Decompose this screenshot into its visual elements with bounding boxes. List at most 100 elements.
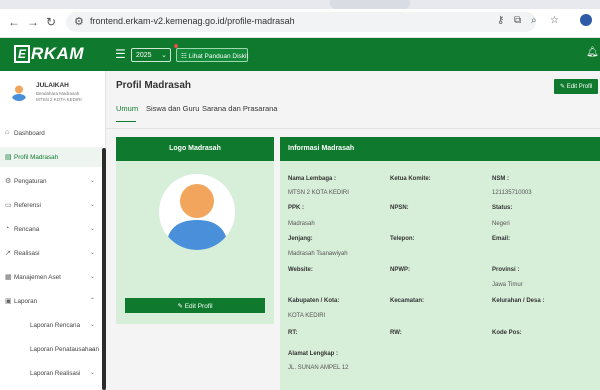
logo-card: Logo Madrasah ✎ Edit Profil: [116, 137, 274, 324]
zoom-icon[interactable]: ⌕: [531, 15, 537, 26]
field-value-ppk: Madrasah: [288, 221, 315, 227]
year-value: 2025: [136, 52, 152, 59]
edit-profile-button[interactable]: ✎ Edit Profil: [554, 79, 598, 94]
field-label-status: Status:: [492, 205, 513, 211]
sidebar-item-laporan-realisasi[interactable]: Laporan Realisasi ⌄: [0, 363, 102, 383]
sidebar-item-profil-madrasah[interactable]: ▤ Profil Madrasah: [0, 147, 102, 167]
chevron-down-icon: ⌄: [90, 274, 96, 280]
field-label-nama-lembaga: Nama Lembaga :: [288, 176, 337, 182]
sidebar-item-rencana[interactable]: ◔ Rencana ⌄: [0, 219, 102, 239]
sidebar-item-pengaturan[interactable]: ⚙ Pengaturan ⌄: [0, 171, 102, 191]
field-label-alamat-lengkap: Alamat Lengkap :: [288, 351, 339, 357]
sidebar-item-realisasi[interactable]: ↗ Realisasi ⌄: [0, 243, 102, 263]
sidebar-item-manajemen-aset[interactable]: ▦ Manajemen Aset ⌄: [0, 267, 102, 287]
field-label-provinsi: Provinsi :: [492, 267, 520, 273]
avatar: [10, 83, 28, 101]
logo-card-title: Logo Madrasah: [169, 145, 221, 152]
guide-button[interactable]: ☷ Lihat Panduan Diskit: [176, 48, 248, 62]
sidebar-item-label: Referensi: [14, 202, 41, 209]
site-settings-icon[interactable]: ⚙: [74, 15, 84, 28]
reload-icon[interactable]: ↻: [46, 16, 56, 28]
sidebar-item-label: Laporan: [14, 298, 38, 305]
forward-arrow-icon[interactable]: →: [27, 16, 39, 28]
report-icon: ▣: [5, 298, 12, 305]
user-panel: JULAIKAH Bendahara Madrasah MTSN 2 KOTA …: [0, 71, 102, 115]
year-select[interactable]: 2025 ⌄: [131, 48, 171, 62]
info-card-title: Informasi Madrasah: [288, 145, 355, 152]
browser-tab[interactable]: [330, 0, 410, 9]
asset-icon: ▦: [5, 274, 12, 281]
field-label-jenjang: Jenjang:: [288, 236, 313, 242]
user-role: Bendahara Madrasah: [36, 91, 80, 96]
field-value-nsm: 121135710003: [492, 190, 532, 196]
chevron-down-icon: ⌄: [90, 250, 96, 256]
field-label-npsn: NPSN:: [390, 205, 409, 211]
chevron-down-icon: ⌄: [161, 52, 167, 59]
home-icon: ⌂: [5, 129, 10, 136]
sidebar-item-label: Pengaturan: [14, 178, 47, 185]
user-name: JULAIKAH: [36, 82, 69, 89]
logo-letter: E: [14, 45, 30, 63]
tab-siswa-dan-guru[interactable]: Siswa dan Guru: [146, 104, 199, 113]
chevron-down-icon: ⌄: [90, 226, 96, 232]
tab-sarana-dan-prasarana[interactable]: Sarana dan Prasarana: [202, 104, 277, 113]
field-label-ppk: PPK :: [288, 205, 305, 211]
field-label-rt: RT:: [288, 330, 298, 336]
logo-card-header: Logo Madrasah: [116, 137, 274, 161]
sidebar-item-referensi[interactable]: ▭ Referensi ⌄: [0, 195, 102, 215]
field-label-telepon: Telepon:: [390, 236, 415, 242]
field-label-kelurahan-desa: Kelurahan / Desa :: [492, 298, 545, 304]
pencil-icon: ✎: [177, 303, 183, 310]
bookmark-star-icon[interactable]: ☆: [550, 15, 559, 26]
field-value-kabupaten-kota: KOTA KEDIRI: [288, 313, 326, 319]
field-label-kode-pos: Kode Pos:: [492, 330, 522, 336]
sidebar-item-label: Laporan Penatausahaan: [30, 346, 99, 353]
erkam-logo[interactable]: E RKAM: [14, 44, 84, 64]
book-icon: ▭: [5, 202, 12, 209]
hamburger-menu-icon[interactable]: ☰: [115, 47, 126, 61]
sidebar-item-label: Manajemen Aset: [14, 274, 61, 281]
info-card: Informasi Madrasah Nama Lembaga : MTSN 2…: [280, 137, 600, 390]
edit-logo-label: Edit Profil: [184, 303, 213, 310]
sidebar-item-dashboard[interactable]: ⌂ Dashboard: [0, 123, 102, 143]
edit-logo-button[interactable]: ✎ Edit Profil: [125, 298, 265, 313]
sidebar: JULAIKAH Bendahara Madrasah MTSN 2 KOTA …: [0, 71, 106, 390]
field-label-email: Email:: [492, 236, 511, 242]
info-card-header: Informasi Madrasah: [280, 137, 600, 161]
url-text[interactable]: frontend.erkam-v2.kemenag.go.id/profile-…: [90, 16, 295, 26]
active-tab-indicator: [116, 121, 136, 122]
sidebar-scrollbar[interactable]: [102, 148, 106, 390]
page-title: Profil Madrasah: [116, 80, 192, 91]
field-value-jenjang: Madrasah Tsanawiyah: [288, 251, 348, 257]
field-label-ketua-komite: Ketua Komite:: [390, 176, 431, 182]
madrasah-logo-placeholder: [159, 174, 235, 250]
chevron-down-icon: ⌄: [90, 346, 96, 352]
sidebar-item-label: Realisasi: [14, 250, 40, 257]
logo-text: RKAM: [31, 44, 84, 63]
field-label-nsm: NSM :: [492, 176, 509, 182]
field-value-alamat-lengkap: JL. SUNAN AMPEL 12: [288, 365, 349, 371]
field-label-rw: RW:: [390, 330, 402, 336]
sidebar-item-laporan-rencana[interactable]: Laporan Rencana ⌄: [0, 315, 102, 335]
field-value-nama-lembaga: MTSN 2 KOTA KEDIRI: [288, 190, 349, 196]
install-app-icon[interactable]: ⧉: [514, 15, 521, 26]
chart-icon: ↗: [5, 250, 11, 257]
guide-label: Lihat Panduan Diskit: [188, 53, 249, 60]
tabs-divider: [106, 128, 600, 129]
pencil-icon: ✎: [560, 84, 566, 90]
sidebar-item-label: Dashboard: [14, 130, 45, 137]
back-arrow-icon[interactable]: ←: [8, 16, 20, 28]
chevron-up-icon: ⌃: [90, 298, 96, 304]
user-avatar-icon: [159, 174, 235, 250]
sidebar-item-label: Laporan Realisasi: [30, 370, 81, 377]
bell-icon[interactable]: 🔔︎: [586, 47, 599, 58]
plan-icon: ◔: [5, 225, 10, 232]
address-bar[interactable]: ⚙ frontend.erkam-v2.kemenag.go.id/profil…: [66, 12, 536, 32]
chevron-down-icon: ⌄: [90, 370, 96, 376]
sidebar-item-laporan-penatausahaan[interactable]: Laporan Penatausahaan ⌄: [0, 339, 102, 359]
sidebar-item-laporan[interactable]: ▣ Laporan ⌃: [0, 291, 102, 311]
browser-profile-icon[interactable]: [580, 14, 592, 26]
password-key-icon[interactable]: ⚷: [497, 15, 504, 26]
tab-umum[interactable]: Umum: [116, 104, 138, 113]
list-icon: ☷: [181, 53, 187, 60]
